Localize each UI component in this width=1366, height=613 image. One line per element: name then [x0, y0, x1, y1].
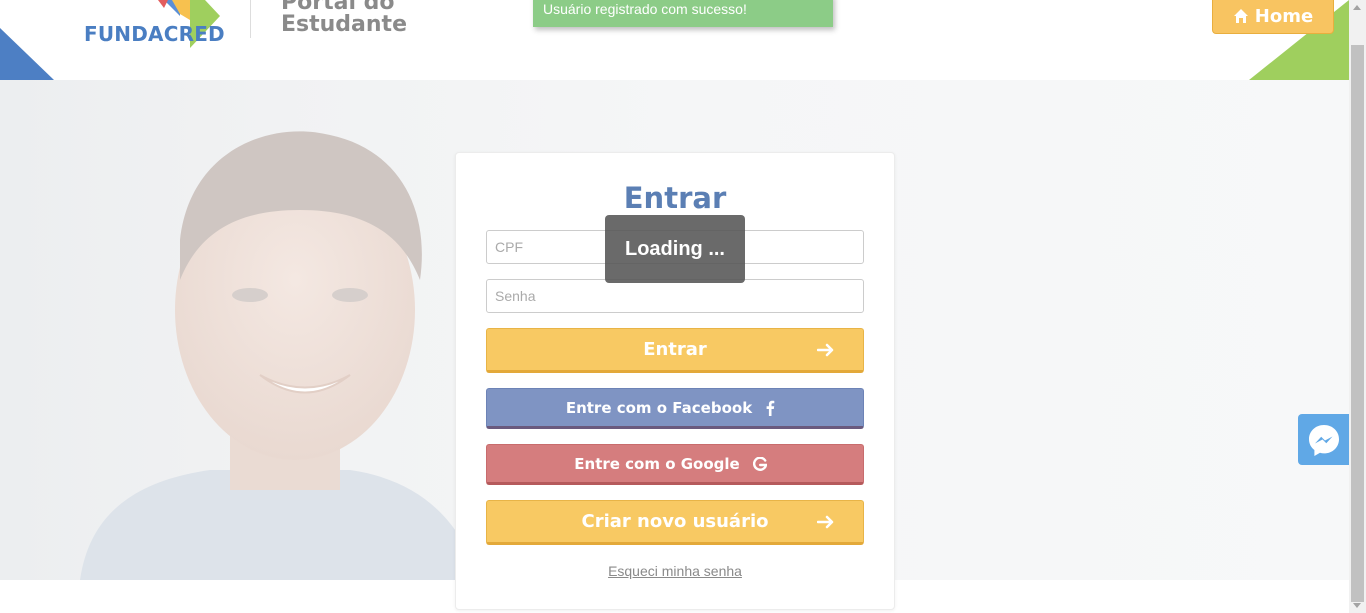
home-button-label: Home — [1254, 5, 1314, 27]
facebook-login-button[interactable]: Entre com o Facebook — [486, 388, 864, 429]
forgot-password-link[interactable]: Esqueci minha senha — [456, 563, 894, 579]
messenger-chat-button[interactable] — [1298, 414, 1349, 465]
page: FUNDACRED Portal do Estudante Usuário re… — [0, 0, 1366, 613]
hero-person-photo — [80, 131, 480, 580]
create-user-button[interactable]: Criar novo usuário — [486, 500, 864, 545]
facebook-login-label: Entre com o Facebook — [565, 398, 753, 417]
arrow-right-icon — [817, 343, 834, 356]
google-login-label: Entre com o Google — [574, 454, 740, 473]
loading-text: Loading ... — [625, 237, 725, 260]
loading-overlay: Loading ... — [605, 215, 745, 283]
fundacred-logo[interactable]: FUNDACRED — [40, 0, 230, 60]
login-submit-label: Entrar — [643, 339, 707, 360]
google-icon — [753, 456, 767, 471]
google-login-button[interactable]: Entre com o Google — [486, 444, 864, 485]
brand-name: FUNDACRED — [84, 22, 225, 46]
messenger-icon — [1308, 424, 1339, 456]
scrollbar-thumb[interactable] — [1351, 45, 1364, 602]
create-user-label: Criar novo usuário — [581, 511, 769, 532]
home-button[interactable]: Home — [1212, 0, 1334, 34]
login-submit-button[interactable]: Entrar — [486, 328, 864, 373]
vertical-scrollbar[interactable] — [1349, 0, 1366, 613]
scroll-down-arrow-icon[interactable] — [1353, 603, 1361, 608]
toast-message: Usuário registrado com sucesso! — [543, 1, 747, 17]
login-title: Entrar — [623, 181, 727, 215]
scroll-up-arrow-icon[interactable] — [1353, 5, 1361, 10]
password-input[interactable] — [486, 279, 864, 313]
facebook-icon — [766, 400, 775, 416]
portal-title: Portal do Estudante — [281, 0, 407, 36]
home-icon — [1233, 9, 1248, 23]
success-toast: Usuário registrado com sucesso! — [533, 0, 833, 27]
header-divider — [250, 0, 251, 38]
arrow-right-icon — [817, 515, 834, 528]
portal-title-line-2: Estudante — [281, 12, 407, 37]
